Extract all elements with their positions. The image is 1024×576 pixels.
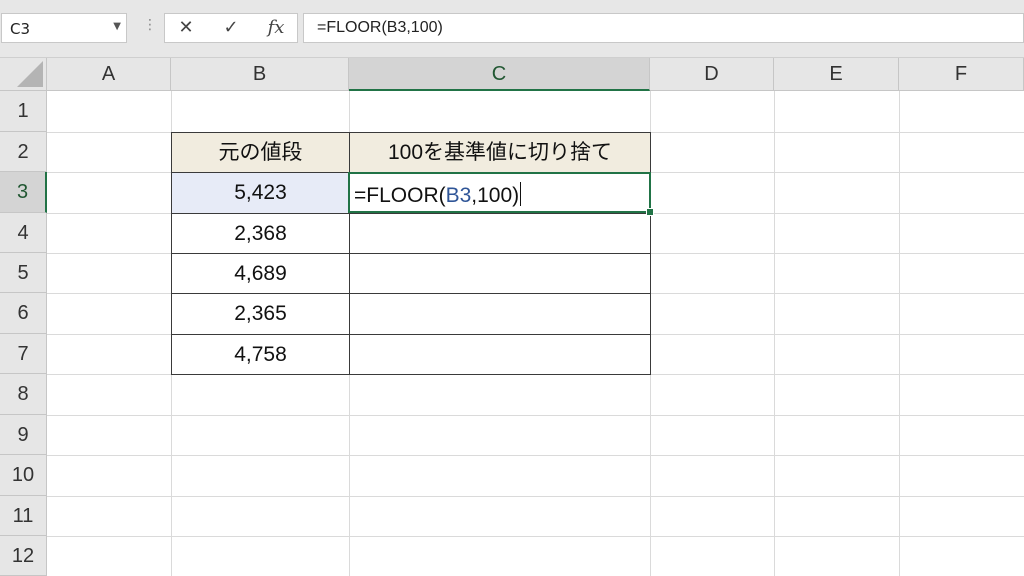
row-header-11[interactable]: 11 — [0, 496, 47, 536]
cell-b3[interactable]: 5,423 — [172, 173, 349, 213]
gridline — [47, 415, 1024, 416]
fill-handle[interactable] — [646, 208, 654, 216]
cell-c3-formula: =FLOOR(B3,100) — [354, 182, 522, 208]
formula-prefix: =FLOOR( — [354, 184, 446, 207]
gridline — [47, 455, 1024, 456]
formula-buttons: ✕ ✓ fx — [164, 13, 298, 43]
cell-b5[interactable]: 4,689 — [172, 254, 349, 293]
table-border-bottom — [171, 374, 650, 375]
more-options-icon[interactable]: ⋮ — [143, 18, 157, 32]
table-border-row — [171, 293, 650, 294]
row-header-5[interactable]: 5 — [0, 253, 47, 293]
row-header-10[interactable]: 10 — [0, 455, 47, 496]
name-box[interactable]: C3 ▼ — [1, 13, 127, 43]
column-header-e[interactable]: E — [774, 58, 899, 91]
chevron-down-icon[interactable]: ▼ — [113, 21, 121, 32]
column-header-a[interactable]: A — [47, 58, 171, 91]
select-all-triangle-icon — [17, 61, 43, 87]
row-header-12[interactable]: 12 — [0, 536, 47, 576]
formula-reference[interactable]: B3 — [446, 184, 472, 207]
row-header-9[interactable]: 9 — [0, 415, 47, 455]
formula-input[interactable]: =FLOOR(B3,100) — [303, 13, 1024, 43]
row-header-1[interactable]: 1 — [0, 91, 47, 132]
column-header-f[interactable]: F — [899, 58, 1024, 91]
formula-text: =FLOOR(B3,100) — [317, 19, 443, 36]
insert-function-icon[interactable]: fx — [261, 16, 291, 40]
row-header-4[interactable]: 4 — [0, 213, 47, 253]
text-cursor — [520, 182, 522, 206]
table-border-row — [171, 253, 650, 254]
table-border-right — [650, 132, 651, 375]
cell-c3-editing[interactable]: =FLOOR(B3,100) — [348, 172, 651, 213]
row-header-2[interactable]: 2 — [0, 132, 47, 172]
name-box-value: C3 — [10, 20, 31, 38]
row-header-3[interactable]: 3 — [0, 172, 47, 213]
gridline — [47, 536, 1024, 537]
cell-c2[interactable]: 100を基準値に切り捨て — [350, 133, 650, 172]
table-border-row — [171, 213, 650, 214]
formula-suffix: ,100) — [471, 184, 520, 207]
column-header-c[interactable]: C — [349, 58, 650, 91]
row-header-7[interactable]: 7 — [0, 334, 47, 374]
select-all-button[interactable] — [0, 58, 47, 91]
cancel-icon[interactable]: ✕ — [171, 16, 201, 40]
cell-b7[interactable]: 4,758 — [172, 335, 349, 374]
table-border-top — [171, 132, 650, 133]
cell-b6[interactable]: 2,365 — [172, 294, 349, 334]
column-header-d[interactable]: D — [650, 58, 774, 91]
cell-b2[interactable]: 元の値段 — [172, 133, 349, 172]
column-header-b[interactable]: B — [171, 58, 349, 91]
row-header-8[interactable]: 8 — [0, 374, 47, 415]
row-header-6[interactable]: 6 — [0, 293, 47, 334]
formula-bar-area: C3 ▼ ⋮ ✕ ✓ fx =FLOOR(B3,100) — [0, 0, 1024, 58]
gridline — [47, 496, 1024, 497]
table-border-row — [171, 334, 650, 335]
check-icon[interactable]: ✓ — [216, 16, 246, 40]
cell-b4[interactable]: 2,368 — [172, 214, 349, 253]
